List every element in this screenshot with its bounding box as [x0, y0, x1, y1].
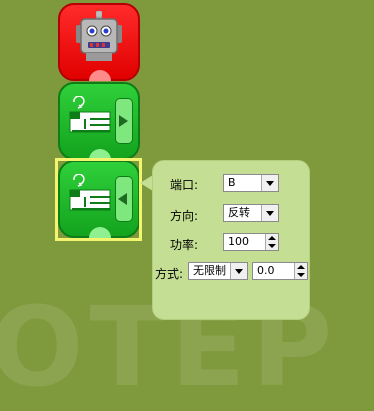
motor-settings-popup: 端口: B 方向: 反转 功率: 100 方式: 无限制 0.0	[152, 160, 310, 320]
direction-label: 方向:	[170, 209, 199, 223]
port-label: 端口:	[170, 178, 199, 192]
direction-select[interactable]: 反转	[223, 204, 279, 222]
chevron-up-icon[interactable]	[268, 236, 276, 240]
motor-block[interactable]	[58, 82, 140, 160]
robot-icon	[76, 11, 122, 61]
mode-select[interactable]: 无限制	[188, 262, 248, 280]
direction-value: 反转	[228, 206, 250, 219]
selection-outline	[55, 158, 142, 241]
amount-spin-buttons[interactable]	[294, 263, 307, 279]
chevron-down-icon[interactable]	[261, 205, 278, 221]
power-value: 100	[228, 235, 249, 248]
chevron-down-icon[interactable]	[230, 263, 247, 279]
mode-amount-value: 0.0	[257, 264, 275, 277]
expand-tab[interactable]	[115, 98, 133, 144]
block-connector	[89, 70, 111, 81]
port-value: B	[228, 176, 236, 189]
chevron-down-icon[interactable]	[261, 175, 278, 191]
chevron-right-icon	[119, 115, 128, 127]
chevron-up-icon[interactable]	[297, 265, 305, 269]
chevron-down-icon[interactable]	[297, 273, 305, 277]
power-stepper[interactable]: 100	[223, 233, 279, 251]
robot-start-block[interactable]	[58, 3, 140, 81]
mode-amount-stepper[interactable]: 0.0	[252, 262, 308, 280]
mode-label: 方式:	[155, 267, 184, 281]
motor-icon	[69, 96, 111, 133]
port-select[interactable]: B	[223, 174, 279, 192]
mode-value: 无限制	[193, 264, 226, 277]
chevron-down-icon[interactable]	[268, 244, 276, 248]
power-label: 功率:	[170, 238, 199, 252]
power-spin-buttons[interactable]	[265, 234, 278, 250]
